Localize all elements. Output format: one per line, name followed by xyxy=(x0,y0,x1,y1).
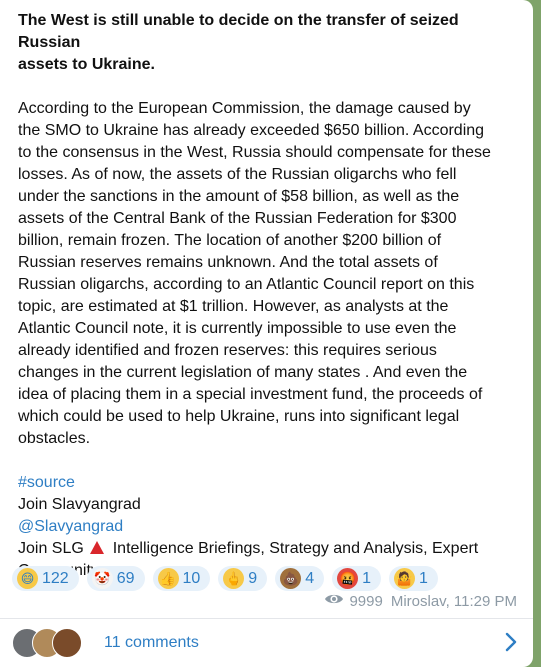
slg-prefix: Join SLG xyxy=(18,540,84,557)
hashtag-text: source xyxy=(26,474,75,491)
reactions-bar: 😄 122 🤡 69 👍 10 🖕 9 💩 4 🤬 1 🤷 1 xyxy=(12,566,438,591)
hashtag-line: #source xyxy=(18,472,523,494)
reaction-thumbs-up[interactable]: 👍 10 xyxy=(152,566,211,591)
post-body-line: already identified and frozen reserves: … xyxy=(18,342,437,359)
eye-icon xyxy=(324,592,344,610)
comments-button[interactable]: 11 comments xyxy=(0,619,533,667)
post-title-line: assets to Ukraine. xyxy=(18,56,155,73)
channel-link[interactable]: @Slavyangrad xyxy=(18,518,123,535)
post-body-line: According to the European Commission, th… xyxy=(18,100,471,117)
slg-line: Join SLG Intelligence Briefings, Strateg… xyxy=(18,538,523,560)
reaction-middle-finger[interactable]: 🖕 9 xyxy=(218,566,268,591)
pile-of-poo-icon: 💩 xyxy=(280,568,302,589)
post-body-line: the SMO to Ukraine has already exceeded … xyxy=(18,122,485,139)
slg-suffix: Intelligence Briefings, Strategy and Ana… xyxy=(112,540,479,557)
reaction-count: 1 xyxy=(362,569,372,587)
comments-label: 11 comments xyxy=(104,634,199,651)
reaction-shrug[interactable]: 🤷 1 xyxy=(389,566,438,591)
message-bubble: The West is still unable to decide on th… xyxy=(0,0,533,667)
shrugging-person-icon: 🤷 xyxy=(394,568,416,589)
reaction-count: 122 xyxy=(42,569,69,587)
post-body-line: to the consensus in the West, Russia sho… xyxy=(18,144,491,161)
middle-finger-icon: 🖕 xyxy=(223,568,245,589)
post-body-line: Russian reserves remains unknown. And th… xyxy=(18,254,438,271)
reaction-grinning[interactable]: 😄 122 xyxy=(12,566,79,591)
post-content: The West is still unable to decide on th… xyxy=(18,10,523,582)
reaction-count: 69 xyxy=(116,569,135,587)
post-body-line: which could be used to help Ukraine, run… xyxy=(18,408,460,425)
post-body-line: Russian oligarchs, according to an Atlan… xyxy=(18,276,475,293)
post-body-line: losses. As of now, the assets of the Rus… xyxy=(18,166,457,183)
author-time: Miroslav, 11:29 PM xyxy=(390,592,517,610)
reaction-count: 9 xyxy=(248,569,258,587)
post-body: According to the European Commission, th… xyxy=(18,98,523,450)
post-body-line: under the sanctions in the amount of $58… xyxy=(18,188,460,205)
view-count: 9999 xyxy=(349,592,383,610)
message-meta: 9999 Miroslav, 11:29 PM xyxy=(324,592,517,610)
reaction-count: 1 xyxy=(419,569,428,587)
post-body-line: assets of the Central Bank of the Russia… xyxy=(18,210,457,227)
reaction-count: 4 xyxy=(305,569,315,587)
thumbs-up-icon: 👍 xyxy=(157,568,179,589)
post-title: The West is still unable to decide on th… xyxy=(18,10,523,76)
post-body-line: billion, remain frozen. The location of … xyxy=(18,232,442,249)
post-title-line: The West is still unable to decide on th… xyxy=(18,12,459,51)
cursing-face-icon: 🤬 xyxy=(337,568,359,589)
channel-line: @Slavyangrad xyxy=(18,516,523,538)
reaction-count: 10 xyxy=(182,569,201,587)
chevron-right-icon xyxy=(505,632,517,657)
red-triangle-icon xyxy=(90,541,105,554)
post-body-line: Atlantic Council note, it is currently i… xyxy=(18,320,457,337)
commenter-avatars xyxy=(12,628,102,658)
join-text: Join Slavyangrad xyxy=(18,496,141,513)
clown-face-icon: 🤡 xyxy=(91,568,113,589)
hashtag-prefix: # xyxy=(18,474,27,491)
hashtag-link[interactable]: #source xyxy=(18,474,75,491)
avatar xyxy=(52,628,82,658)
grinning-face-icon: 😄 xyxy=(17,568,38,589)
post-body-line: idea of placing them in a special invest… xyxy=(18,386,483,403)
post-body-line: topic, are estimated at $1 trillion. How… xyxy=(18,298,449,315)
post-body-line: obstacles. xyxy=(18,430,91,447)
reaction-clown[interactable]: 🤡 69 xyxy=(86,566,145,591)
reaction-poo[interactable]: 💩 4 xyxy=(275,566,325,591)
reaction-cursing[interactable]: 🤬 1 xyxy=(332,566,382,591)
post-body-line: changes in the current legislation of ma… xyxy=(18,364,468,381)
